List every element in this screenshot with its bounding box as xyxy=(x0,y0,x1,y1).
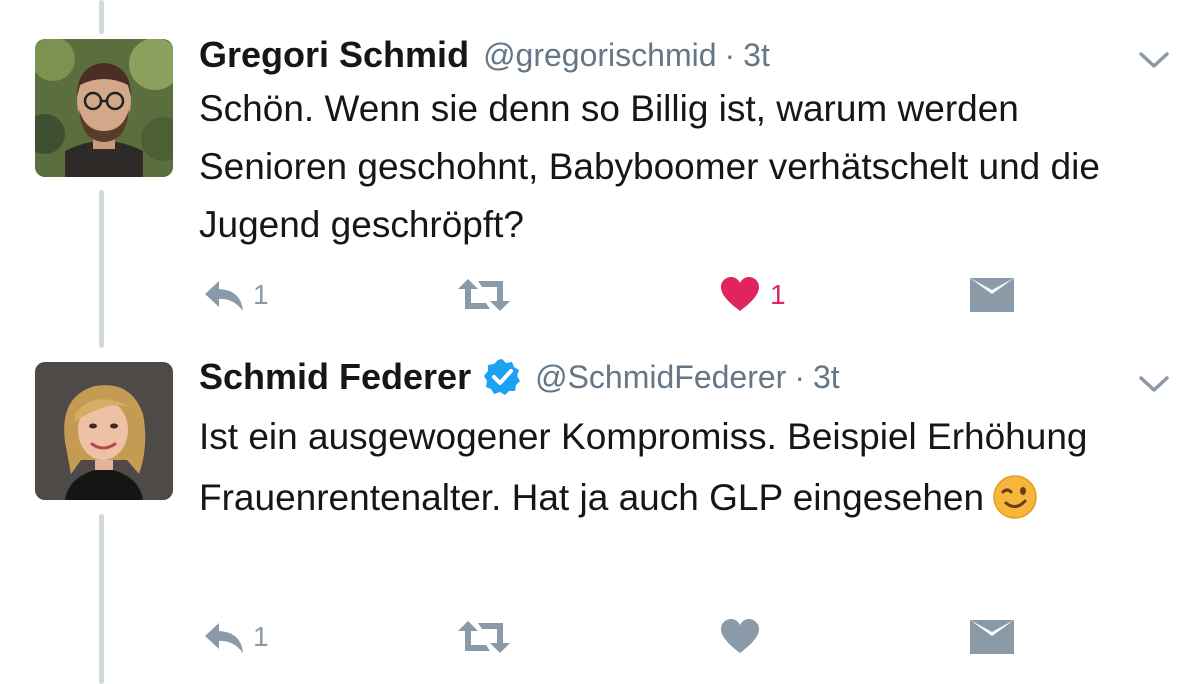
tweet-text: Ist ein ausgewogener Kompromiss. Beispie… xyxy=(199,406,1169,528)
timestamp[interactable]: 3t xyxy=(813,359,840,396)
bearded-man-with-glasses-photo-icon xyxy=(35,39,173,177)
retweet-button[interactable] xyxy=(456,612,518,662)
chevron-down-icon[interactable] xyxy=(1137,48,1171,72)
user-handle[interactable]: @SchmidFederer xyxy=(535,359,786,396)
heart-filled-icon xyxy=(721,277,759,311)
tweet-header: Schmid Federer @SchmidFederer · 3t xyxy=(199,352,840,402)
tweet-text: Schön. Wenn sie denn so Billig ist, waru… xyxy=(199,88,1100,245)
envelope-icon xyxy=(970,620,1014,654)
tweet-actions: 1 xyxy=(199,612,1099,662)
tweet-text-content: Ist ein ausgewogener Kompromiss. Beispie… xyxy=(199,416,1088,518)
reply-button[interactable]: 1 xyxy=(201,612,269,662)
like-button[interactable]: 1 xyxy=(720,270,786,320)
tweet-schmid-federer[interactable]: Schmid Federer @SchmidFederer · 3t Ist e… xyxy=(0,352,1200,684)
avatar[interactable] xyxy=(35,39,173,177)
avatar[interactable] xyxy=(35,362,173,500)
user-handle[interactable]: @gregorischmid xyxy=(483,37,716,74)
heart-icon xyxy=(721,619,759,653)
display-name[interactable]: Gregori Schmid xyxy=(199,34,469,76)
retweet-button[interactable] xyxy=(456,270,518,320)
reply-icon xyxy=(205,623,243,653)
separator-dot: · xyxy=(724,36,736,73)
separator-dot: · xyxy=(794,358,805,395)
reply-count: 1 xyxy=(253,279,269,310)
display-name[interactable]: Schmid Federer xyxy=(199,356,471,398)
timestamp[interactable]: 3t xyxy=(743,37,770,74)
retweet-icon xyxy=(458,279,510,311)
retweet-icon xyxy=(458,621,510,653)
verified-badge-icon xyxy=(484,359,521,395)
tweet-actions: 1 1 xyxy=(199,270,1099,320)
reply-icon xyxy=(205,281,243,311)
reply-count: 1 xyxy=(253,621,269,652)
envelope-icon xyxy=(970,278,1014,312)
like-count: 1 xyxy=(770,279,786,310)
direct-message-button[interactable] xyxy=(970,612,1014,662)
blonde-woman-portrait-photo-icon xyxy=(35,362,173,500)
winking-face-icon xyxy=(993,475,1037,519)
chevron-down-icon[interactable] xyxy=(1137,372,1171,396)
reply-button[interactable]: 1 xyxy=(201,270,269,320)
tweet-header: Gregori Schmid @gregorischmid · 3t xyxy=(199,30,770,80)
thread-line-top xyxy=(99,0,104,34)
like-button[interactable] xyxy=(720,612,766,662)
direct-message-button[interactable] xyxy=(970,270,1014,320)
tweet-gregori-schmid[interactable]: Gregori Schmid @gregorischmid · 3t Schön… xyxy=(0,30,1200,330)
